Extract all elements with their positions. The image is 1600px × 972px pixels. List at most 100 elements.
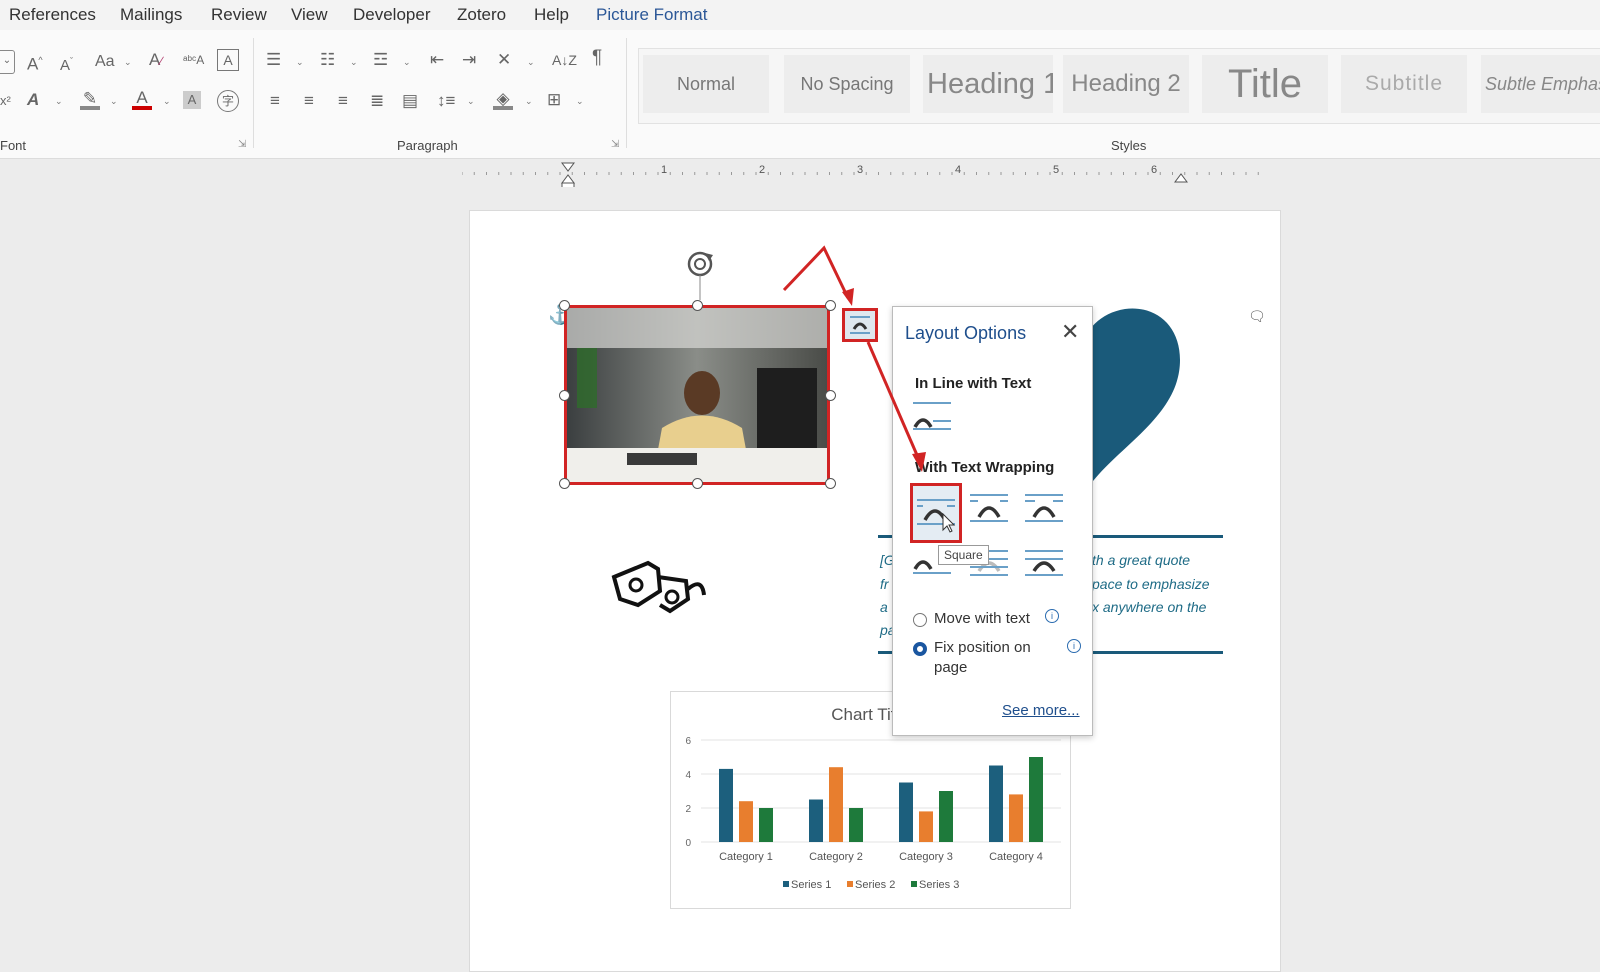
ruler-number: 4	[955, 164, 962, 176]
font-color-dropdown[interactable]: ⌄	[163, 96, 171, 107]
bar[interactable]	[739, 801, 753, 842]
font-size-dropdown[interactable]: ⌄	[0, 50, 15, 74]
tab-picture-format[interactable]: Picture Format	[596, 5, 707, 25]
comment-icon[interactable]: 🗨	[1248, 308, 1266, 325]
character-border-icon[interactable]: A	[217, 49, 239, 71]
ruler-number: 3	[857, 164, 864, 176]
see-more-link[interactable]: See more...	[1002, 702, 1080, 719]
increase-indent-icon[interactable]: ⇥	[462, 50, 476, 70]
highlight-dropdown[interactable]: ⌄	[110, 96, 118, 107]
bar[interactable]	[829, 767, 843, 842]
bullets-dropdown[interactable]: ⌄	[296, 57, 304, 68]
wrap-through-icon[interactable]	[1023, 491, 1065, 525]
shading-icon[interactable]: ◈	[493, 89, 513, 110]
style-title[interactable]: Title	[1202, 55, 1328, 113]
asian-layout-dropdown[interactable]: ⌄	[527, 57, 535, 68]
hanging-indent-marker[interactable]	[561, 174, 575, 184]
highlight-icon[interactable]: ✎	[80, 89, 100, 110]
enclose-characters-icon[interactable]: 字	[217, 90, 239, 112]
multilevel-dropdown[interactable]: ⌄	[403, 57, 411, 68]
bullets-icon[interactable]: ☰	[266, 50, 281, 70]
style-no-spacing[interactable]: No Spacing	[784, 55, 910, 113]
resize-handle[interactable]	[559, 300, 570, 311]
first-line-indent-marker[interactable]	[561, 162, 575, 172]
borders-icon[interactable]: ⊞	[547, 90, 561, 110]
horizontal-ruler[interactable]: 1 2 3 4 5 6	[462, 161, 1280, 187]
bar[interactable]	[759, 808, 773, 842]
decrease-indent-icon[interactable]: ⇤	[430, 50, 444, 70]
distributed-icon[interactable]: ▤	[402, 91, 418, 111]
align-left-icon[interactable]: ≡	[270, 91, 280, 111]
resize-handle[interactable]	[559, 390, 570, 401]
multilevel-list-icon[interactable]: ☲	[373, 50, 388, 70]
text-effects-icon[interactable]: A	[27, 90, 39, 110]
change-case-icon[interactable]: Aa	[95, 52, 115, 72]
font-dialog-launcher-icon[interactable]: ⇲	[238, 139, 246, 150]
bar[interactable]	[919, 811, 933, 842]
resize-handle[interactable]	[692, 478, 703, 489]
numbering-dropdown[interactable]: ⌄	[350, 57, 358, 68]
style-subtle-emphasis[interactable]: Subtle Emphasis	[1481, 55, 1600, 113]
style-heading-2[interactable]: Heading 2	[1063, 55, 1189, 113]
wrap-tight-icon[interactable]	[968, 491, 1010, 525]
clear-formatting-icon[interactable]: A∕	[149, 50, 162, 71]
text-effects-dropdown[interactable]: ⌄	[55, 96, 63, 107]
resize-handle[interactable]	[559, 478, 570, 489]
tab-help[interactable]: Help	[534, 5, 569, 25]
bar[interactable]	[849, 808, 863, 842]
align-center-icon[interactable]: ≡	[304, 91, 314, 111]
quote-text: a	[880, 599, 888, 615]
x-tick-label: Category 1	[719, 851, 773, 863]
3d-glasses-icon[interactable]	[608, 555, 708, 620]
bar[interactable]	[989, 765, 1003, 843]
tab-mailings[interactable]: Mailings	[120, 5, 182, 25]
align-right-icon[interactable]: ≡	[338, 91, 348, 111]
fix-position-label[interactable]: Fix position on	[934, 639, 1031, 656]
line-spacing-icon[interactable]: ↕≡	[437, 91, 455, 111]
style-normal[interactable]: Normal	[643, 55, 769, 113]
sort-icon[interactable]: A↓Z	[552, 50, 577, 70]
phonetic-guide-icon[interactable]: ᵃᵇᶜA	[183, 50, 204, 70]
tab-developer[interactable]: Developer	[353, 5, 431, 25]
fix-position-radio[interactable]	[913, 642, 927, 656]
wrap-square-button[interactable]	[910, 483, 962, 543]
show-formatting-icon[interactable]: ¶	[592, 48, 602, 68]
tab-references[interactable]: References	[9, 5, 96, 25]
shading-dropdown[interactable]: ⌄	[525, 96, 533, 107]
bar[interactable]	[809, 799, 823, 843]
left-indent-marker[interactable]	[561, 182, 575, 187]
wrap-square-icon	[917, 499, 956, 533]
bar[interactable]	[1029, 757, 1043, 842]
info-icon[interactable]: i	[1045, 609, 1059, 623]
info-icon[interactable]: i	[1067, 639, 1081, 653]
paragraph-dialog-launcher-icon[interactable]: ⇲	[611, 139, 619, 150]
quote-text: fr	[880, 576, 889, 592]
shrink-font-icon[interactable]: Aˇ	[60, 51, 73, 76]
font-color-icon[interactable]: A	[132, 88, 152, 110]
bar[interactable]	[1009, 794, 1023, 842]
superscript-icon[interactable]: x²	[0, 91, 11, 111]
change-case-dropdown[interactable]: ⌄	[124, 57, 132, 68]
bar[interactable]	[719, 768, 733, 842]
right-indent-marker[interactable]	[1174, 173, 1188, 183]
asian-layout-icon[interactable]: ✕	[497, 50, 511, 70]
tab-review[interactable]: Review	[211, 5, 267, 25]
resize-handle[interactable]	[692, 300, 703, 311]
style-heading-1[interactable]: Heading 1	[923, 55, 1053, 113]
close-icon[interactable]: ✕	[1061, 319, 1079, 345]
character-shading-icon[interactable]: A	[183, 91, 201, 109]
borders-dropdown[interactable]: ⌄	[576, 96, 584, 107]
grow-font-icon[interactable]: A^	[27, 50, 43, 75]
justify-icon[interactable]: ≣	[370, 91, 384, 111]
style-subtitle[interactable]: Subtitle	[1341, 55, 1467, 113]
numbering-icon[interactable]: ☷	[320, 50, 335, 70]
move-with-text-radio[interactable]	[913, 613, 927, 627]
fix-position-label-line2[interactable]: page	[934, 659, 967, 676]
tab-zotero[interactable]: Zotero	[457, 5, 506, 25]
bar[interactable]	[899, 782, 913, 843]
tab-view[interactable]: View	[291, 5, 328, 25]
bar[interactable]	[939, 791, 953, 842]
line-spacing-dropdown[interactable]: ⌄	[467, 96, 475, 107]
move-with-text-label[interactable]: Move with text	[934, 610, 1030, 627]
wrap-in-front-icon[interactable]	[1023, 545, 1065, 579]
